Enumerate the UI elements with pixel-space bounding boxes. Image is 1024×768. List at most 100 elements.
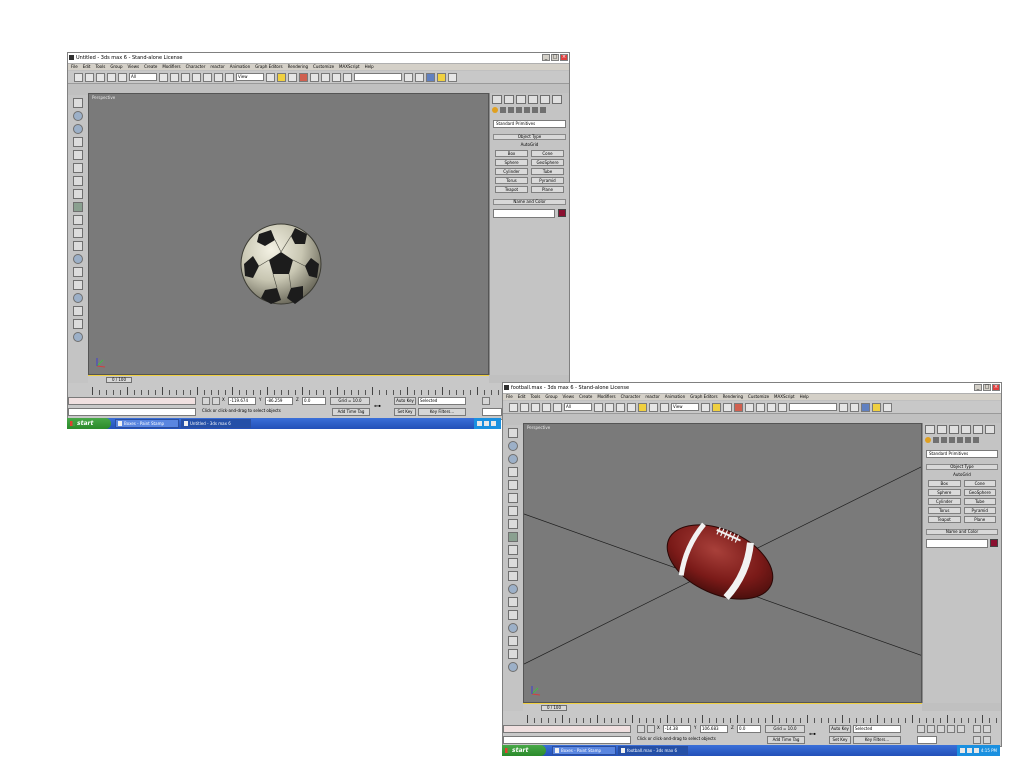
motion-tab-icon[interactable]: [528, 95, 538, 104]
motor-icon[interactable]: [73, 215, 83, 225]
menu-create[interactable]: Create: [144, 64, 157, 70]
menu-file[interactable]: File: [506, 394, 513, 400]
torus-button[interactable]: Torus: [928, 507, 961, 514]
zoom-icon[interactable]: [973, 725, 981, 733]
taskbar-item-max[interactable]: Untitled - 3ds max 6: [181, 419, 251, 428]
menu-views[interactable]: Views: [128, 64, 140, 70]
select-scale-icon[interactable]: [660, 402, 669, 412]
point-to-point-icon[interactable]: [508, 636, 518, 646]
undo-icon[interactable]: [74, 72, 83, 82]
taskbar-item-paint[interactable]: Boxes - Paint Stamp: [552, 746, 616, 755]
render-scene-icon[interactable]: [872, 402, 881, 412]
hierarchy-tab-icon[interactable]: [516, 95, 526, 104]
select-object-icon[interactable]: [159, 72, 168, 82]
menu-reactor[interactable]: reactor: [210, 64, 224, 70]
time-slider[interactable]: 0 / 100: [88, 375, 489, 383]
link-icon[interactable]: [531, 402, 540, 412]
y-coordinate[interactable]: 106.683: [700, 725, 728, 733]
schematic-view-icon[interactable]: [415, 72, 424, 82]
selected-filter-select[interactable]: Selected: [853, 725, 901, 733]
tray-icon[interactable]: [973, 748, 979, 753]
unlink-icon[interactable]: [542, 402, 551, 412]
fracture-icon[interactable]: [508, 584, 518, 594]
minimize-icon[interactable]: _: [974, 384, 982, 391]
constraint-icon[interactable]: [73, 280, 83, 290]
menu-tools[interactable]: Tools: [530, 394, 540, 400]
reactor-icon[interactable]: [73, 98, 83, 108]
systems-icon[interactable]: [540, 107, 546, 113]
align-icon[interactable]: [343, 72, 352, 82]
tube-button[interactable]: Tube: [963, 498, 996, 505]
unlink-icon[interactable]: [107, 72, 116, 82]
toy-car-icon[interactable]: [73, 241, 83, 251]
add-time-tag-button[interactable]: Add Time Tag: [767, 736, 805, 744]
key-filters-button[interactable]: Key Filters...: [853, 736, 901, 744]
taskbar-item-paint[interactable]: Boxes - Paint Stamp: [115, 419, 179, 428]
dashpot-icon[interactable]: [73, 202, 83, 212]
bind-space-warp-icon[interactable]: [118, 72, 127, 82]
x-coordinate[interactable]: -119.674: [228, 397, 256, 405]
spinner-snap-icon[interactable]: [756, 402, 765, 412]
menu-character[interactable]: Character: [186, 64, 206, 70]
cameras-icon[interactable]: [949, 437, 955, 443]
space-warps-icon[interactable]: [532, 107, 538, 113]
rigid-body-icon[interactable]: [73, 111, 83, 121]
taskbar-item-max[interactable]: football.max - 3ds max 6: [618, 746, 688, 755]
close-icon[interactable]: ×: [992, 384, 1000, 391]
teapot-button[interactable]: Teapot: [495, 186, 528, 193]
teapot-button[interactable]: Teapot: [928, 516, 961, 523]
spinner-snap-icon[interactable]: [321, 72, 330, 82]
hinge-icon[interactable]: [508, 623, 518, 633]
ragdoll-icon[interactable]: [73, 319, 83, 329]
window-crossing-icon[interactable]: [192, 72, 201, 82]
select-by-name-icon[interactable]: [605, 402, 614, 412]
menu-reactor[interactable]: reactor: [645, 394, 659, 400]
football[interactable]: [524, 424, 922, 703]
mirror-icon[interactable]: [332, 72, 341, 82]
named-selection-select[interactable]: [354, 73, 402, 81]
lights-icon[interactable]: [941, 437, 947, 443]
material-editor-icon[interactable]: [426, 72, 435, 82]
geometry-icon[interactable]: [492, 107, 498, 113]
name-and-color-rollout[interactable]: Name and Color: [493, 199, 566, 205]
named-selection-select[interactable]: [789, 403, 837, 411]
rope-icon[interactable]: [508, 480, 518, 490]
tray-icon[interactable]: [484, 421, 489, 426]
arc-rotate-icon[interactable]: [983, 736, 991, 744]
create-tab-icon[interactable]: [492, 95, 502, 104]
menu-modifiers[interactable]: Modifiers: [597, 394, 615, 400]
quick-render-icon[interactable]: [883, 402, 892, 412]
align-icon[interactable]: [778, 402, 787, 412]
rectangular-region-icon[interactable]: [616, 402, 625, 412]
snap-icon[interactable]: [723, 402, 732, 412]
go-to-start-icon[interactable]: [482, 397, 490, 405]
menu-animation[interactable]: Animation: [665, 394, 685, 400]
play-icon[interactable]: [937, 725, 945, 733]
add-time-tag-button[interactable]: Add Time Tag: [332, 408, 370, 416]
key-icon[interactable]: ⊶: [374, 403, 381, 410]
menu-graph-editors[interactable]: Graph Editors: [690, 394, 717, 400]
manipulate-icon[interactable]: [712, 402, 721, 412]
create-tab-icon[interactable]: [925, 425, 935, 434]
select-move-icon[interactable]: [638, 402, 647, 412]
cloth-icon[interactable]: [508, 454, 518, 464]
object-name-field[interactable]: [493, 209, 555, 218]
title-bar[interactable]: football.max - 3ds max 6 - Stand-alone L…: [503, 383, 1001, 394]
zoom-all-icon[interactable]: [983, 725, 991, 733]
key-filters-button[interactable]: Key Filters...: [418, 408, 466, 416]
plane-icon[interactable]: [508, 506, 518, 516]
selection-filter-select[interactable]: All: [129, 73, 157, 81]
water-icon[interactable]: [508, 597, 518, 607]
menu-create[interactable]: Create: [579, 394, 592, 400]
plane-button[interactable]: Plane: [531, 186, 564, 193]
ragdoll-icon[interactable]: [508, 649, 518, 659]
reactor-icon[interactable]: [508, 428, 518, 438]
start-button[interactable]: start: [502, 745, 546, 756]
go-to-end-icon[interactable]: [957, 725, 965, 733]
menu-rendering[interactable]: Rendering: [723, 394, 743, 400]
material-editor-icon[interactable]: [861, 402, 870, 412]
redo-icon[interactable]: [85, 72, 94, 82]
key-icon[interactable]: ⊶: [809, 731, 816, 738]
menu-modifiers[interactable]: Modifiers: [162, 64, 180, 70]
systems-icon[interactable]: [973, 437, 979, 443]
